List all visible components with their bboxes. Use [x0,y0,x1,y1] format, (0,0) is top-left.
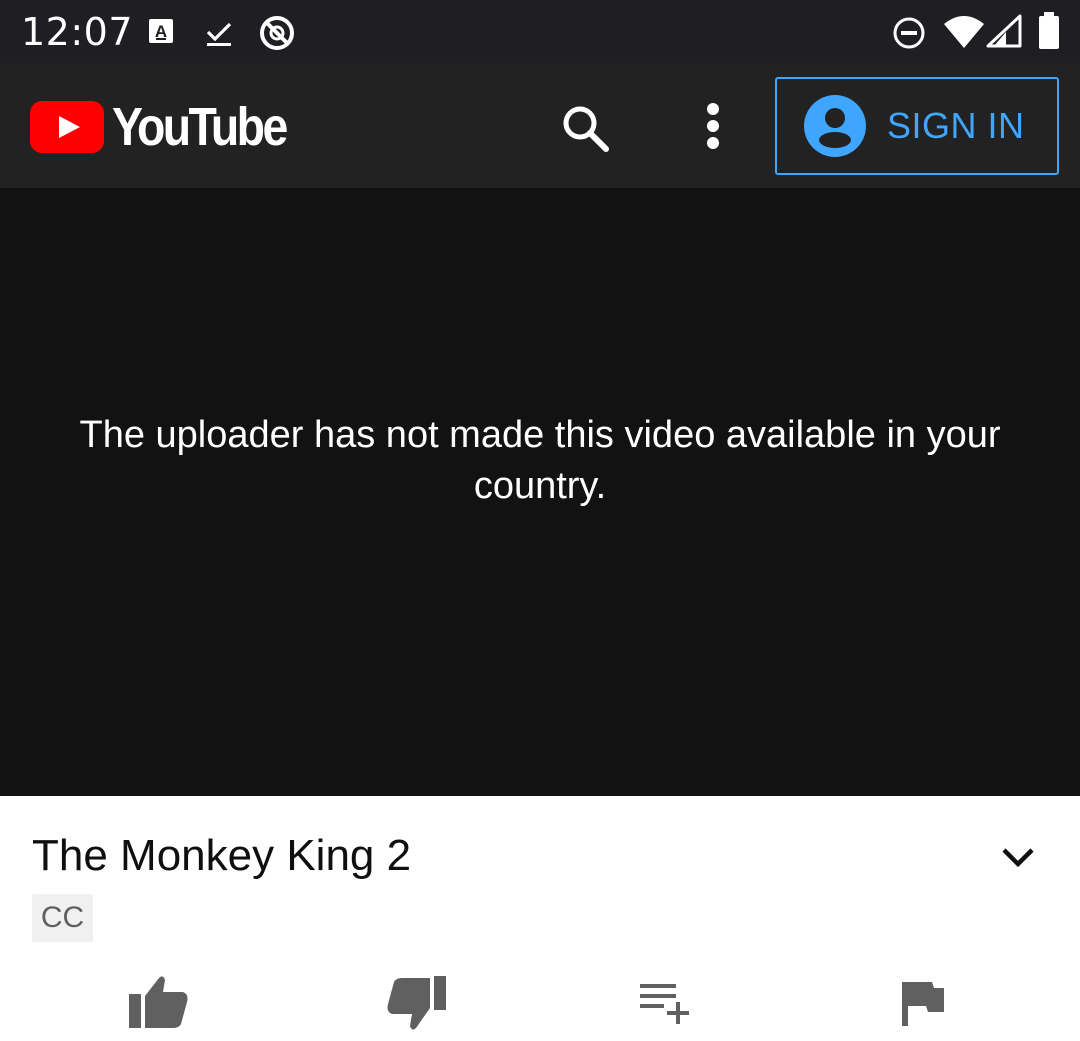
report-flag-icon [902,982,944,1026]
more-vertical-icon [707,103,719,149]
sign-in-button[interactable]: SIGN IN [775,77,1059,175]
status-bar: 12:07 A [0,0,1080,63]
report-button[interactable] [890,972,960,1036]
cc-badge: CC [32,894,93,942]
expand-description-button[interactable] [996,836,1040,880]
account-circle-icon [804,95,866,157]
wifi-icon [944,16,984,48]
youtube-play-logo-icon [30,101,104,153]
font-a-icon: A [149,19,173,43]
youtube-logo[interactable]: YouTube [30,99,314,155]
do-not-disturb-icon [893,17,925,49]
more-options-button[interactable] [690,99,736,159]
data-saver-icon [260,16,294,50]
like-button[interactable] [125,972,195,1036]
video-title: The Monkey King 2 [32,831,412,880]
chevron-down-icon [1002,848,1034,868]
add-to-playlist-icon [640,984,689,1024]
search-icon [563,106,609,152]
video-player[interactable]: The uploader has not made this video ava… [0,188,1080,796]
search-button[interactable] [556,99,616,159]
cell-signal-icon [986,14,1022,48]
dislike-icon [387,976,446,1030]
battery-icon [1039,12,1059,49]
like-icon [129,976,188,1028]
add-to-playlist-button[interactable] [636,972,706,1036]
download-done-icon [206,22,232,46]
sign-in-label: SIGN IN [887,105,1025,146]
app-bar: YouTube SIGN IN [0,63,1080,188]
status-time: 12:07 [21,10,134,54]
video-info: The Monkey King 2 CC [0,796,1080,1039]
unavailable-message: The uploader has not made this video ava… [79,414,1001,507]
logo-text: YouTube [112,97,288,157]
dislike-button[interactable] [380,972,450,1036]
